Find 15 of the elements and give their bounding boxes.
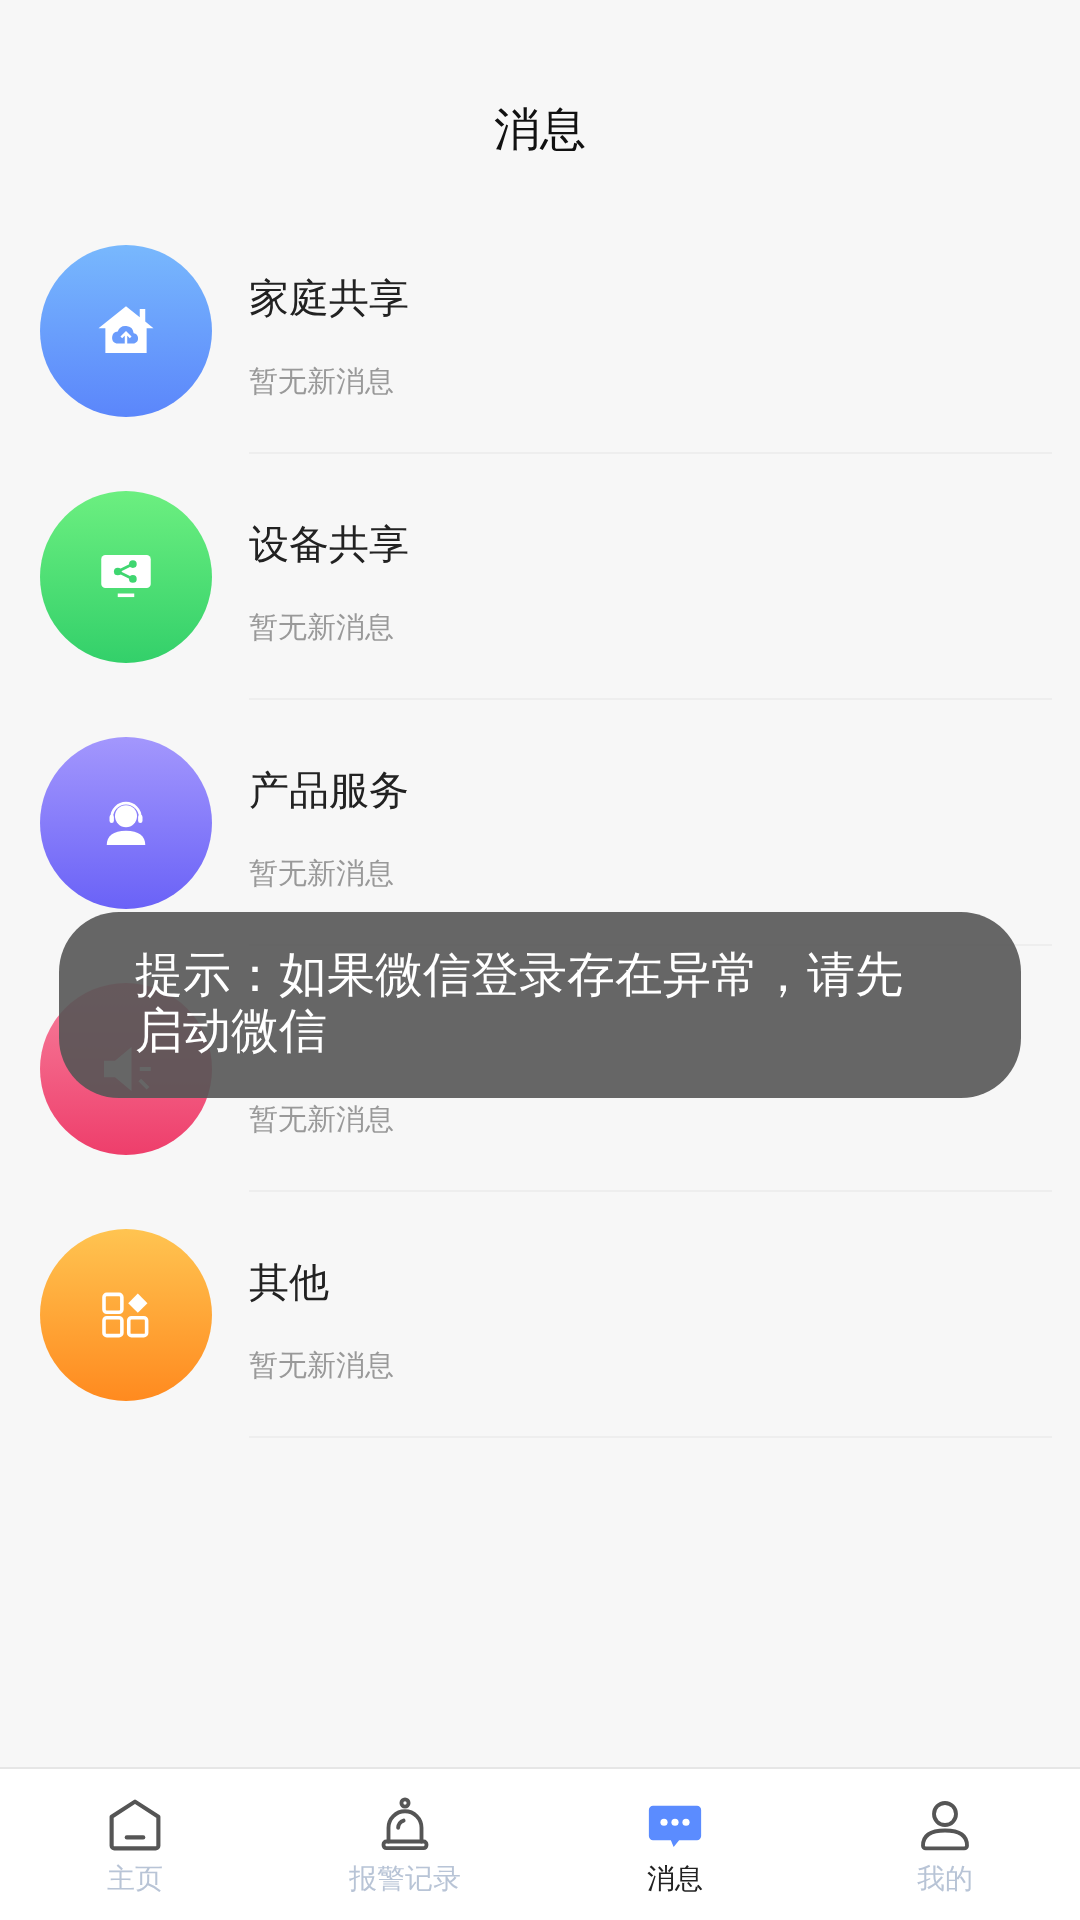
category-title: 家庭共享 — [249, 274, 410, 322]
hint-toast: 提示：如果微信登录存在异常，请先启动微信 — [59, 912, 1021, 1098]
category-title: 设备共享 — [249, 520, 410, 568]
category-status: 暂无新消息 — [249, 363, 395, 400]
category-status: 暂无新消息 — [249, 855, 395, 892]
message-category-row[interactable]: 家庭共享 暂无新消息 — [0, 208, 1080, 454]
tab-bar-item[interactable]: 消息 — [540, 1769, 810, 1920]
category-status: 暂无新消息 — [249, 1101, 395, 1138]
category-status: 暂无新消息 — [249, 609, 395, 646]
message-category-row[interactable]: 其他 暂无新消息 — [0, 1192, 1080, 1438]
category-status: 暂无新消息 — [249, 1347, 395, 1384]
category-title: 其他 — [249, 1258, 330, 1306]
page-title: 消息 — [494, 101, 586, 158]
message-category-row[interactable]: 设备共享 暂无新消息 — [0, 454, 1080, 700]
category-title: 产品服务 — [249, 766, 410, 814]
